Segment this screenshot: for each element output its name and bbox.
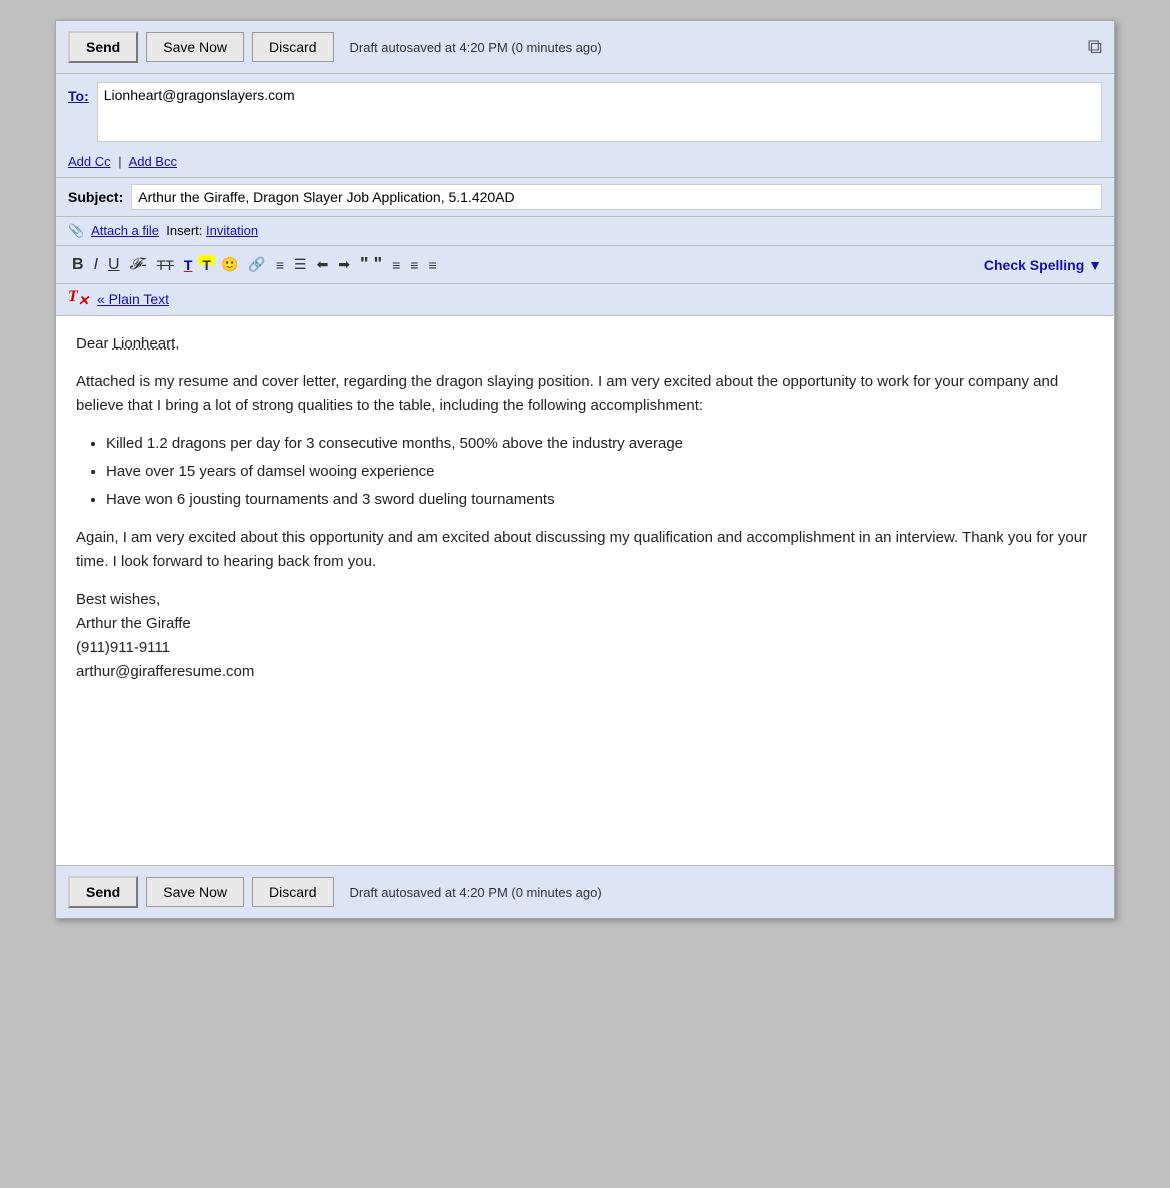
body-paragraph2: Again, I am very excited about this oppo… — [76, 526, 1094, 574]
email-compose-window: Send Save Now Discard Draft autosaved at… — [55, 20, 1115, 919]
cc-bcc-separator: | — [118, 154, 121, 169]
discard-button-top[interactable]: Discard — [252, 32, 333, 62]
ordered-list-button[interactable]: ≡ — [272, 255, 288, 275]
remove-formatting-icon: T✕ — [68, 288, 89, 309]
add-cc-link[interactable]: Add Cc — [68, 154, 111, 169]
save-now-button-bottom[interactable]: Save Now — [146, 877, 244, 907]
unordered-list-button[interactable]: ☰ — [290, 254, 311, 275]
plain-text-link[interactable]: « Plain Text — [97, 291, 169, 307]
to-field[interactable]: Lionheart@gragonslayers.com — [97, 82, 1102, 142]
send-button-top[interactable]: Send — [68, 31, 138, 63]
italic-button[interactable]: I — [90, 254, 102, 276]
toolbar-bottom: Send Save Now Discard Draft autosaved at… — [56, 866, 1114, 918]
email-body[interactable]: Dear Lionheart, Attached is my resume an… — [56, 316, 1114, 866]
attach-row: 📎 Attach a file Insert: Invitation — [56, 217, 1114, 246]
attach-file-link[interactable]: Attach a file — [91, 223, 159, 238]
list-item: Killed 1.2 dragons per day for 3 consecu… — [106, 432, 1094, 456]
to-label: To: — [68, 88, 89, 104]
autosave-status-top: Draft autosaved at 4:20 PM (0 minutes ag… — [350, 40, 602, 55]
body-closing: Best wishes, Arthur the Giraffe (911)911… — [76, 588, 1094, 684]
subject-row: Subject: — [56, 177, 1114, 217]
bold-button[interactable]: B — [68, 254, 88, 276]
to-row: To: Lionheart@gragonslayers.com — [56, 74, 1114, 150]
insert-label: Insert: — [163, 223, 206, 238]
align-left-button[interactable]: ≡ — [388, 255, 404, 275]
paperclip-icon: 📎 — [68, 223, 84, 238]
format-toolbar: B I U 𝓕- TT T T 🙂 🔗 ≡ ☰ ⬅ ➡ " " ≡ ≡ ≡ Ch… — [56, 246, 1114, 284]
align-right-button[interactable]: ≡ — [424, 255, 440, 275]
underline-button[interactable]: U — [104, 254, 124, 276]
subject-field[interactable] — [131, 184, 1102, 210]
window-icon[interactable]: ⧉ — [1088, 36, 1102, 59]
greeting-name: Lionheart — [113, 335, 176, 352]
check-spelling-button[interactable]: Check Spelling ▼ — [984, 257, 1102, 273]
highlight-button[interactable]: T — [198, 255, 215, 275]
discard-button-bottom[interactable]: Discard — [252, 877, 333, 907]
body-bullet-list: Killed 1.2 dragons per day for 3 consecu… — [106, 432, 1094, 512]
save-now-button-top[interactable]: Save Now — [146, 32, 244, 62]
autosave-status-bottom: Draft autosaved at 4:20 PM (0 minutes ag… — [350, 885, 602, 900]
font-script-button[interactable]: 𝓕- — [126, 254, 151, 276]
link-button[interactable]: 🔗 — [244, 254, 269, 275]
body-greeting: Dear Lionheart, — [76, 332, 1094, 356]
list-item: Have over 15 years of damsel wooing expe… — [106, 460, 1094, 484]
list-item: Have won 6 jousting tournaments and 3 sw… — [106, 488, 1094, 512]
body-paragraph1: Attached is my resume and cover letter, … — [76, 370, 1094, 418]
emoji-button[interactable]: 🙂 — [217, 254, 242, 275]
indent-increase-button[interactable]: ➡ — [334, 254, 354, 275]
plain-text-row: T✕ « Plain Text — [56, 284, 1114, 316]
add-bcc-link[interactable]: Add Bcc — [129, 154, 177, 169]
invitation-link[interactable]: Invitation — [206, 223, 258, 238]
strikethrough-button[interactable]: TT — [153, 255, 178, 275]
toolbar-top: Send Save Now Discard Draft autosaved at… — [56, 21, 1114, 74]
subject-label: Subject: — [68, 189, 123, 205]
font-color-button[interactable]: T — [180, 255, 197, 275]
send-button-bottom[interactable]: Send — [68, 876, 138, 908]
cc-bcc-row: Add Cc | Add Bcc — [56, 150, 1114, 177]
blockquote-button[interactable]: " " — [356, 252, 386, 277]
align-center-button[interactable]: ≡ — [406, 255, 422, 275]
indent-decrease-button[interactable]: ⬅ — [313, 254, 333, 275]
